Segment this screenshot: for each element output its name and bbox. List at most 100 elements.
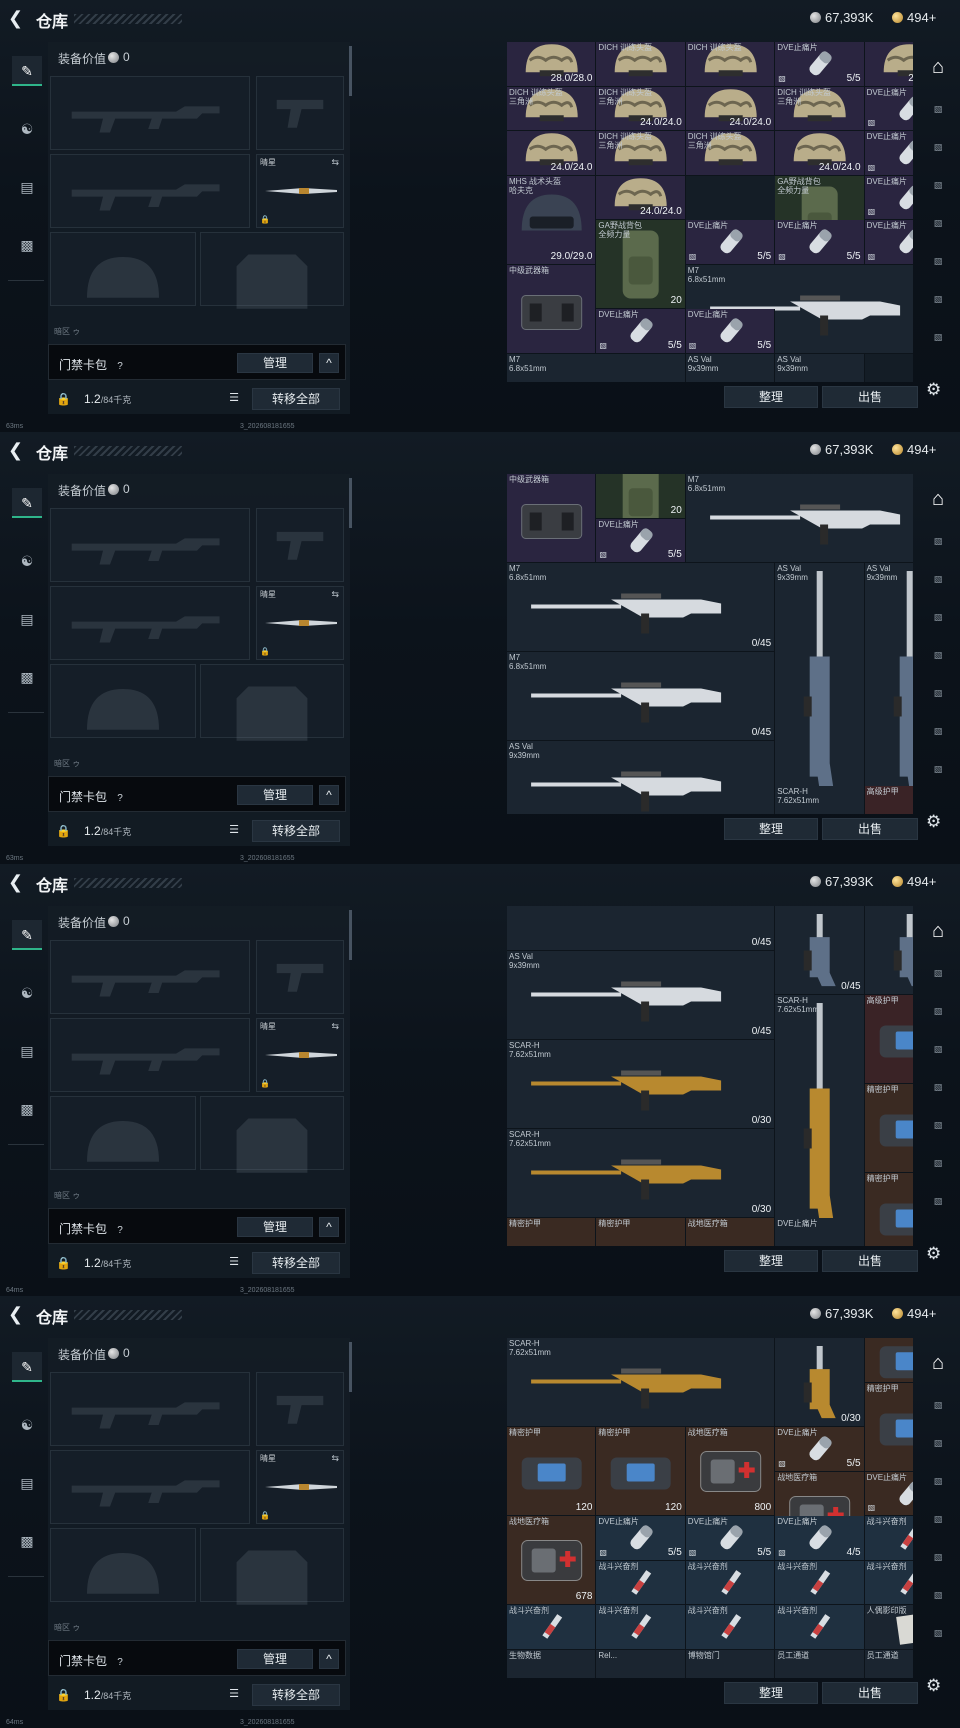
clipboard-tab-icon[interactable]: ▤ xyxy=(12,172,42,202)
back-arrow-icon[interactable]: ❮ xyxy=(8,1305,26,1323)
stash-item[interactable]: M7 6.8x51mm0/45 xyxy=(507,563,776,652)
pistol-slot[interactable] xyxy=(256,1372,344,1446)
stash-item[interactable]: DVE止痛片5/5▧ xyxy=(864,86,913,131)
sort-button[interactable]: 整理 xyxy=(724,818,818,840)
secondary-weapon-slot[interactable] xyxy=(50,1450,250,1524)
stash-item[interactable]: AS Val 9x39mm0/45 xyxy=(864,563,913,814)
briefcase-tab-icon[interactable]: ▩ xyxy=(12,1094,42,1124)
stash-item[interactable]: DVE止痛片5/5▧ xyxy=(596,309,686,354)
helmet-tab-icon[interactable]: ☯ xyxy=(12,114,42,144)
briefcase-tab-icon[interactable]: ▩ xyxy=(12,662,42,692)
clipboard-tab-icon[interactable]: ▤ xyxy=(12,604,42,634)
secondary-weapon-slot[interactable] xyxy=(50,1018,250,1092)
settings-gear-icon[interactable]: ⚙ xyxy=(926,812,941,832)
helmet-tab-icon[interactable]: ☯ xyxy=(12,546,42,576)
stash-item[interactable]: 24.0/24.0 xyxy=(685,86,776,131)
list-icon[interactable]: ☰ xyxy=(226,390,242,406)
stash-item[interactable]: DVE止痛片5/5▧ xyxy=(775,220,865,265)
help-icon[interactable]: ? xyxy=(113,792,127,806)
primary-weapon-slot[interactable] xyxy=(50,1372,250,1446)
stash-item[interactable]: DVE止痛片5/5▧ xyxy=(864,1471,913,1516)
stash-page-6-icon[interactable]: ▧ xyxy=(924,250,952,272)
list-icon[interactable]: ☰ xyxy=(226,1254,242,1270)
stash-item[interactable]: AS Val 9x39mm0/45 xyxy=(775,563,865,814)
stash-item[interactable]: 0/30 xyxy=(775,1338,865,1427)
transfer-all-button[interactable]: 转移全部 xyxy=(252,388,340,410)
clipboard-tab-icon[interactable]: ▤ xyxy=(12,1036,42,1066)
sort-button[interactable]: 整理 xyxy=(724,1682,818,1704)
manage-button[interactable]: 管理 xyxy=(237,1649,313,1669)
stash-page-3-icon[interactable]: ▧ xyxy=(924,136,952,158)
helmet-slot[interactable] xyxy=(50,232,196,306)
stash-item[interactable]: 博物馆门 xyxy=(685,1649,776,1678)
stash-item[interactable]: AS Val 9x39mm0/45 xyxy=(507,950,776,1040)
stash-item[interactable]: GA野战背包 全频力量 20 xyxy=(596,220,686,309)
stash-item[interactable]: DVE止痛片5/5▧ xyxy=(685,220,776,265)
stash-item[interactable]: DVE止痛片 4/5 ▧ xyxy=(775,1516,865,1561)
armor-slot[interactable] xyxy=(200,1096,344,1173)
swap-icon[interactable]: ⇆ xyxy=(331,589,339,600)
armor-slot[interactable] xyxy=(200,1528,344,1605)
stash-item[interactable]: 精密护甲120 xyxy=(864,1382,913,1472)
keycard-bag-row[interactable]: 门禁卡包? 管理 ^ xyxy=(48,1640,346,1676)
weapon-tab-icon[interactable]: ✎ xyxy=(12,56,42,86)
stash-item[interactable]: DICH 训练头盔 三角洲 xyxy=(685,131,776,176)
back-arrow-icon[interactable]: ❮ xyxy=(8,441,26,459)
gold-balance[interactable]: 494+ xyxy=(892,10,936,25)
stash-page-5-icon[interactable]: ▧ xyxy=(924,1508,952,1530)
stash-page-6-icon[interactable]: ▧ xyxy=(924,1546,952,1568)
stash-item[interactable]: 战斗兴奋剂 xyxy=(685,1560,776,1605)
stash-item[interactable]: 24.0/24.0 xyxy=(507,131,597,176)
armor-slot[interactable] xyxy=(200,664,344,741)
helmet-tab-icon[interactable]: ☯ xyxy=(12,1410,42,1440)
stash-item[interactable]: 24.0/24.0 xyxy=(864,42,913,87)
stash-page-6-icon[interactable]: ▧ xyxy=(924,1114,952,1136)
stash-item[interactable]: DVE止痛片5/5▧ xyxy=(864,175,913,220)
stash-item[interactable]: M7 6.8x51mm xyxy=(507,353,686,382)
stash-item[interactable]: AS Val 9x39mm xyxy=(685,353,776,382)
stash-item[interactable]: DVE止痛片5/5▧ xyxy=(685,1516,776,1561)
weapon-tab-icon[interactable]: ✎ xyxy=(12,1352,42,1382)
help-icon[interactable]: ? xyxy=(113,1656,127,1670)
stash-item[interactable]: 精密护甲120 xyxy=(596,1427,686,1516)
stash-home-icon[interactable]: ⌂ xyxy=(924,488,952,510)
stash-item[interactable]: 战地医疗箱 678 xyxy=(507,1516,597,1605)
stash-item[interactable]: AS Val 9x39mm xyxy=(775,353,865,382)
stash-item[interactable]: DICH 训练头盔 三角洲 xyxy=(596,131,686,176)
swap-icon[interactable]: ⇆ xyxy=(331,157,339,168)
stash-item[interactable]: 战斗兴奋剂 xyxy=(864,1516,913,1561)
stash-item[interactable]: SCAR-H 7.62x51mm xyxy=(775,785,865,814)
stash-item[interactable]: 精密护甲 xyxy=(596,1217,686,1246)
keycard-bag-row[interactable]: 门禁卡包? 管理 ^ xyxy=(48,776,346,812)
gold-balance[interactable]: 494+ xyxy=(892,1306,936,1321)
stash-item[interactable]: 精密护甲120 xyxy=(864,1084,913,1173)
stash-item[interactable]: DVE止痛片5/5▧ xyxy=(596,518,686,563)
collapse-button[interactable]: ^ xyxy=(319,353,339,373)
primary-weapon-slot[interactable] xyxy=(50,940,250,1014)
stash-page-4-icon[interactable]: ▧ xyxy=(924,606,952,628)
stash-item[interactable]: 生物数据 xyxy=(507,1649,597,1678)
collapse-button[interactable]: ^ xyxy=(319,1649,339,1669)
stash-item[interactable]: 精密护甲120 xyxy=(507,1427,597,1516)
primary-weapon-slot[interactable] xyxy=(50,76,250,150)
transfer-all-button[interactable]: 转移全部 xyxy=(252,820,340,842)
swap-icon[interactable]: ⇆ xyxy=(331,1021,339,1032)
pistol-slot[interactable] xyxy=(256,76,344,150)
stash-item[interactable]: M7 6.8x51mm0/45 xyxy=(685,474,913,563)
stash-item[interactable]: SCAR-H 7.62x51mm 0/30 xyxy=(507,1128,776,1218)
stash-page-7-icon[interactable]: ▧ xyxy=(924,288,952,310)
stash-page-8-icon[interactable]: ▧ xyxy=(924,758,952,780)
stash-home-icon[interactable]: ⌂ xyxy=(924,56,952,78)
stash-page-4-icon[interactable]: ▧ xyxy=(924,174,952,196)
stash-item[interactable]: 高级护甲 xyxy=(864,785,913,814)
stash-item[interactable]: DVE止痛片5/5▧ xyxy=(775,42,865,87)
weapon-tab-icon[interactable]: ✎ xyxy=(12,920,42,950)
gold-balance[interactable]: 494+ xyxy=(892,874,936,889)
helmet-slot[interactable] xyxy=(50,1096,196,1170)
list-icon[interactable]: ☰ xyxy=(226,1686,242,1702)
stash-page-4-icon[interactable]: ▧ xyxy=(924,1038,952,1060)
swap-icon[interactable]: ⇆ xyxy=(331,1453,339,1464)
stash-item[interactable]: DICH 训练头盔 三角洲 xyxy=(507,86,597,131)
equipment-scrollbar[interactable] xyxy=(349,46,352,96)
stash-item[interactable]: DVE止痛片5/5▧ xyxy=(596,1516,686,1561)
